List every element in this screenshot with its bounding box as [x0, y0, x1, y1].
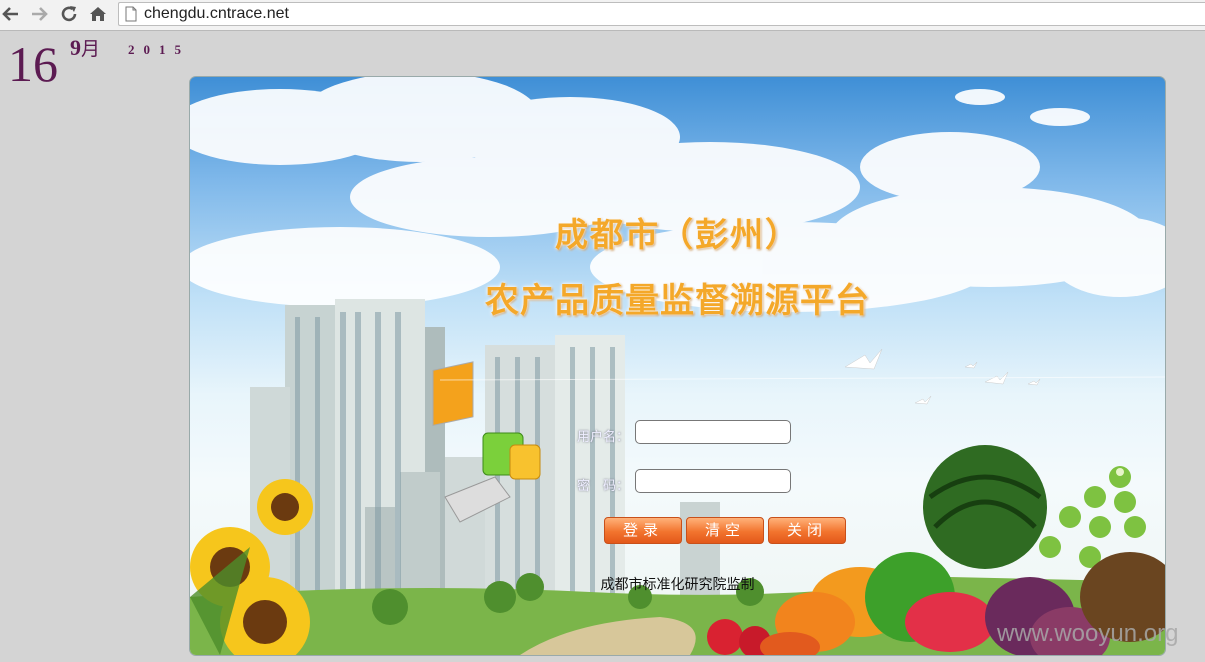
back-arrow-icon[interactable]	[0, 3, 22, 25]
date-year: 2015	[128, 42, 190, 57]
page-icon	[125, 6, 137, 22]
address-bar[interactable]: chengdu.cntrace.net	[118, 2, 1205, 26]
home-icon[interactable]	[87, 3, 109, 25]
url-text: chengdu.cntrace.net	[144, 5, 289, 22]
forward-arrow-icon[interactable]	[28, 3, 50, 25]
date-month: 9月	[70, 34, 100, 61]
date-month-suffix: 月	[81, 39, 101, 60]
username-label: 用户名：	[577, 430, 630, 445]
date-day: 16	[8, 36, 58, 92]
background-scene	[190, 77, 1165, 655]
password-label: 密 码：	[577, 479, 630, 494]
close-button[interactable]: 关闭	[768, 517, 846, 544]
date-month-number: 9	[70, 35, 81, 60]
footer-credit: 成都市标准化研究院监制	[600, 577, 755, 593]
clear-button[interactable]: 清空	[686, 517, 764, 544]
title-line-2: 农产品质量监督溯源平台	[485, 281, 870, 321]
username-input[interactable]	[635, 420, 791, 444]
birds	[844, 348, 1041, 405]
login-button[interactable]: 登录	[604, 517, 682, 544]
watermark: www.wooyun.org	[997, 620, 1179, 647]
title-line-1: 成都市（彭州）	[555, 215, 800, 254]
browser-toolbar: chengdu.cntrace.net	[0, 0, 1205, 31]
reload-icon[interactable]	[58, 3, 80, 25]
login-panel: 成都市（彭州） 农产品质量监督溯源平台 用户名： 密 码： 登录 清空 关闭 成…	[189, 76, 1166, 656]
password-input[interactable]	[635, 469, 791, 493]
